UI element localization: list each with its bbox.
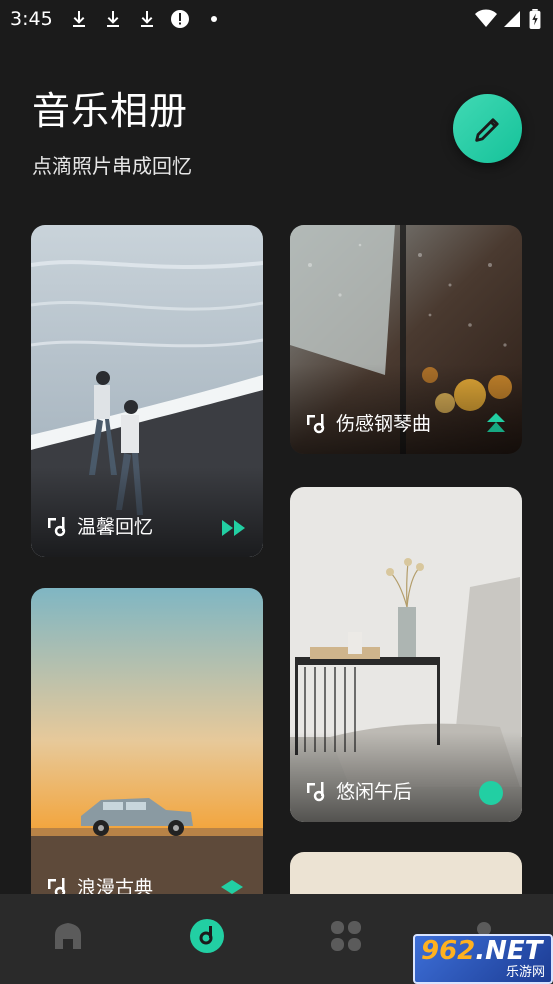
grid-icon bbox=[331, 921, 361, 951]
status-bar: 3:45 bbox=[0, 0, 553, 38]
music-disc-icon bbox=[190, 919, 224, 953]
card-label: 伤感钢琴曲 bbox=[304, 409, 431, 436]
pencil-icon bbox=[474, 117, 499, 142]
album-card-romantic-classic[interactable]: 浪漫古典 bbox=[31, 588, 263, 894]
stack-arrow-icon bbox=[487, 413, 505, 432]
home-icon bbox=[55, 923, 81, 949]
card-label: 浪漫古典 bbox=[45, 873, 153, 894]
card-title: 温馨回忆 bbox=[77, 516, 154, 538]
page-subtitle: 点滴照片串成回忆 bbox=[32, 154, 192, 178]
card-label: 温馨回忆 bbox=[45, 512, 153, 539]
nav-music[interactable] bbox=[187, 916, 227, 956]
music-note-icon bbox=[307, 781, 325, 801]
page-title: 音乐相册 bbox=[32, 89, 189, 133]
card-title: 浪漫古典 bbox=[77, 877, 154, 894]
signal-icon bbox=[504, 11, 520, 27]
music-note-icon bbox=[48, 516, 66, 536]
card-title: 悠闲午后 bbox=[336, 781, 413, 803]
status-time: 3:45 bbox=[10, 8, 53, 30]
dot-icon bbox=[211, 16, 217, 22]
album-card-warm-memories[interactable]: 温馨回忆 bbox=[31, 225, 263, 557]
card-title: 伤感钢琴曲 bbox=[336, 413, 432, 435]
alert-icon bbox=[171, 10, 189, 28]
download-icon bbox=[107, 11, 119, 27]
nav-apps[interactable] bbox=[326, 916, 366, 956]
watermark-text: 乐游网 bbox=[505, 965, 545, 980]
download-icon bbox=[73, 11, 85, 27]
vintage-car-image bbox=[31, 588, 263, 894]
edit-button[interactable] bbox=[453, 94, 522, 163]
album-card-sad-piano[interactable]: 伤感钢琴曲 bbox=[290, 225, 522, 454]
nav-home[interactable] bbox=[48, 916, 88, 956]
wifi-icon bbox=[475, 9, 497, 27]
fast-forward-icon bbox=[222, 520, 245, 536]
watermark-logo: 962.NET 乐游网 bbox=[413, 934, 553, 984]
download-icon bbox=[141, 11, 153, 27]
diamond-icon bbox=[221, 880, 243, 894]
circle-icon bbox=[479, 781, 503, 805]
battery-icon bbox=[529, 9, 541, 29]
music-note-icon bbox=[48, 877, 66, 894]
music-note-icon bbox=[307, 413, 325, 433]
album-card-leisure-afternoon[interactable]: 悠闲午后 bbox=[290, 487, 522, 822]
card-label: 悠闲午后 bbox=[304, 777, 412, 804]
album-card-partial[interactable] bbox=[290, 852, 522, 894]
